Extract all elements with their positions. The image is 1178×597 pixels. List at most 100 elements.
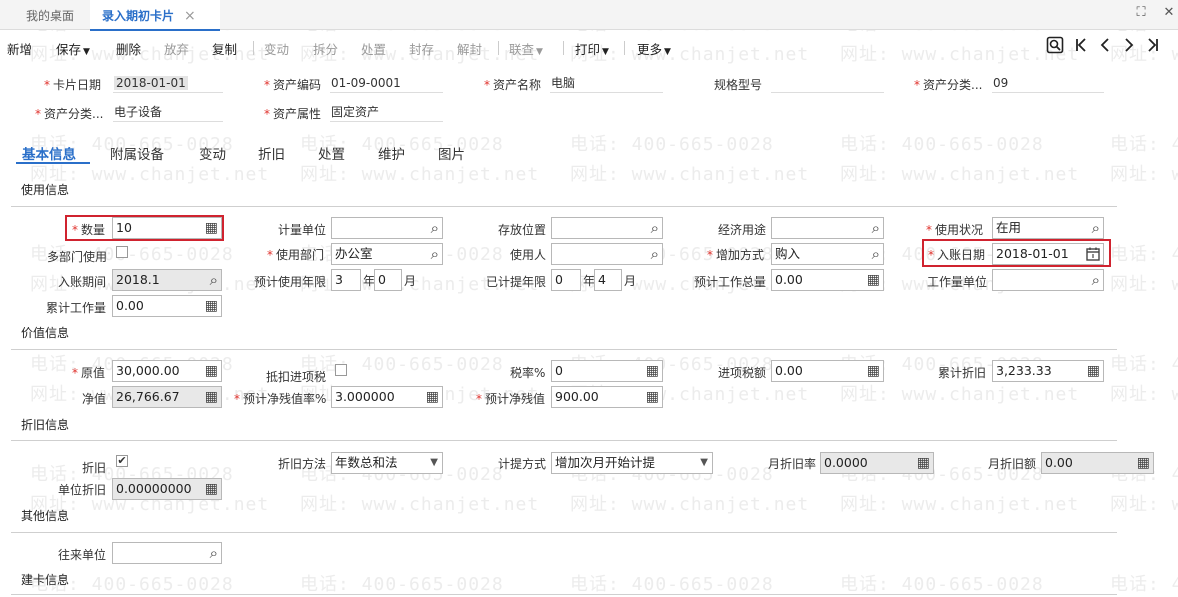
calc-method-select[interactable]: 增加次月开始计提 ▼ [551,452,713,474]
tax-rate-input[interactable]: 0 ▦ [551,360,663,382]
search-icon[interactable]: ⌕ [210,543,218,563]
toolbar-divider [253,41,254,55]
monthly-amount-label: 月折旧额 [988,457,1037,471]
deduct-tax-checkbox[interactable] [335,364,347,376]
chevron-down-icon: ▼ [700,457,708,468]
copy-button[interactable]: 复制 [212,39,237,58]
print-button[interactable]: 打印 ▼ [575,39,609,58]
search-icon[interactable]: ⌕ [210,270,218,290]
calc-method-label: 计提方式 [498,457,547,471]
tab-my-desktop[interactable]: 我的桌面 [10,0,90,30]
prev-record-icon[interactable] [1098,36,1112,58]
add-method-input[interactable]: 购入 ⌕ [771,243,884,265]
tab-bar: 我的桌面 录入期初卡片 × ⛶ ✕ [0,0,1178,31]
asset-name-value: 电脑 [550,73,663,93]
watermark-phone: 电话: 400-665-0028 [1110,134,1178,155]
asset-attribute-label: * 资产属性 [264,107,322,121]
search-icon[interactable]: ⌕ [431,218,439,238]
seal-button[interactable]: 封存 [409,39,434,58]
tab-accessories[interactable]: 附属设备 [110,143,164,163]
tab-disposal[interactable]: 处置 [318,143,345,163]
calculator-icon[interactable]: ▦ [205,296,218,316]
close-icon[interactable]: × [184,8,196,24]
calculator-icon[interactable]: ▦ [867,361,880,381]
watermark-site: 网址: www.chanjet.net [1110,384,1178,405]
user-input[interactable]: ⌕ [551,243,663,265]
spec-value[interactable] [771,73,884,93]
storage-location-input[interactable]: ⌕ [551,217,663,239]
more-button[interactable]: 更多 ▼ [637,39,671,58]
first-record-icon[interactable] [1074,36,1088,58]
cumulative-dep-input[interactable]: 3,233.33 ▦ [992,360,1104,382]
other-section-title: 其他信息 [21,509,70,523]
tab-maintenance[interactable]: 维护 [378,143,405,163]
use-status-input[interactable]: 在用 ⌕ [992,217,1104,239]
salvage-value-input[interactable]: 900.00 ▦ [551,386,663,408]
calculator-icon[interactable]: ▦ [205,361,218,381]
dep-method-select[interactable]: 年数总和法 ▼ [331,452,443,474]
watermark-phone: 电话: 400-665-0028 [1110,244,1178,265]
calculator-icon[interactable]: ▦ [426,387,439,407]
calculator-icon: ▦ [916,455,930,471]
accrued-years-input[interactable]: 0 [551,269,581,291]
card-date-value: 2018-01-01 [113,73,223,93]
search-icon[interactable]: ⌕ [1092,218,1100,238]
maximize-icon[interactable]: ⛶ [1132,5,1150,20]
calculator-icon: ▦ [204,481,218,497]
tab-initial-card[interactable]: 录入期初卡片 × [90,0,220,31]
last-record-icon[interactable] [1146,36,1160,58]
calculator-icon: ▦ [1136,455,1150,471]
partner-input[interactable]: ⌕ [112,542,222,564]
input-tax-input[interactable]: 0.00 ▦ [771,360,884,382]
save-button[interactable]: 保存 ▼ [56,39,90,58]
cumulative-work-input[interactable]: 0.00 ▦ [112,295,222,317]
tab-depreciation[interactable]: 折旧 [258,143,285,163]
watermark-phone: 电话: 400-665-0028 [300,354,504,375]
change-button[interactable]: 变动 [264,39,289,58]
query-button[interactable]: 联查 ▼ [509,39,543,58]
unit-measure-input[interactable]: ⌕ [331,217,443,239]
search-icon[interactable]: ⌕ [1092,270,1100,290]
watermark-phone: 电话: 400-665-0028 [1110,574,1178,595]
work-unit-input[interactable]: ⌕ [992,269,1104,291]
calculator-icon[interactable]: ▦ [646,361,659,381]
total-work-input[interactable]: 0.00 ▦ [771,269,884,291]
search-icon[interactable]: ⌕ [431,244,439,264]
split-button[interactable]: 拆分 [313,39,338,58]
search-icon[interactable]: ⌕ [651,244,659,264]
expected-life-months-input[interactable]: 0 [374,269,402,291]
dispose-button[interactable]: 处置 [361,39,386,58]
discard-button[interactable]: 放弃 [164,39,189,58]
depreciation-checkbox[interactable]: ✔ [116,455,128,467]
tab-basic-info[interactable]: 基本信息 [22,143,76,163]
calculator-icon[interactable]: ▦ [867,270,880,290]
toolbar-divider [498,41,499,55]
calculator-icon[interactable]: ▦ [1087,361,1100,381]
accrued-months-input[interactable]: 4 [594,269,622,291]
original-value-input[interactable]: 30,000.00 ▦ [112,360,222,382]
new-button[interactable]: 新增 [7,39,32,58]
window-close-icon[interactable]: ✕ [1160,5,1178,20]
entry-period-input[interactable]: 2018.1 ⌕ [112,269,222,291]
search-icon[interactable]: ⌕ [872,244,880,264]
unit-dep-label: 单位折旧 [58,483,107,497]
watermark-site: 网址: www.chanjet.net [1110,164,1178,185]
tab-pictures[interactable]: 图片 [438,143,465,163]
watermark-phone: 电话: 400-665-0028 [300,574,504,595]
search-card-icon[interactable] [1046,36,1064,58]
salvage-rate-input[interactable]: 3.000000 ▦ [331,386,443,408]
search-icon[interactable]: ⌕ [872,218,880,238]
tab-changes[interactable]: 变动 [199,143,226,163]
economic-use-input[interactable]: ⌕ [771,217,884,239]
next-record-icon[interactable] [1122,36,1136,58]
expected-life-years-input[interactable]: 3 [331,269,361,291]
total-work-label: 预计工作总量 [694,275,767,289]
dept-input[interactable]: 办公室 ⌕ [331,243,443,265]
multi-dept-checkbox[interactable] [116,246,128,258]
search-icon[interactable]: ⌕ [651,218,659,238]
usage-section-title: 使用信息 [21,183,70,197]
unseal-button[interactable]: 解封 [457,39,482,58]
calculator-icon[interactable]: ▦ [646,387,659,407]
net-value-label: 净值 [82,392,107,406]
delete-button[interactable]: 删除 [116,39,141,58]
